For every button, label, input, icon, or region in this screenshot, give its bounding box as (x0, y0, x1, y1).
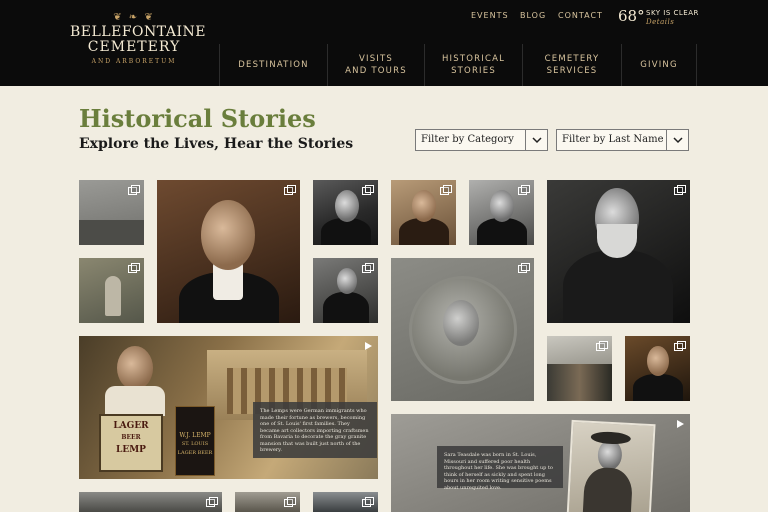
logo-ornament: ❦ ❧ ❦ (113, 12, 155, 23)
portrait-face (337, 268, 357, 294)
filter-last-name-value: Filter by Last Name (562, 134, 664, 145)
teasdale-photo (566, 419, 656, 512)
story-tile-battle-scene[interactable] (547, 336, 612, 401)
nav-historical-stories[interactable]: HISTORICAL STORIES (424, 44, 522, 86)
gallery-icon (596, 341, 608, 351)
portrait-face (335, 190, 359, 222)
gallery-icon (284, 497, 296, 507)
portrait-face (647, 346, 669, 376)
story-tile-portrait-seated-man[interactable] (313, 258, 378, 323)
gallery-icon (362, 263, 374, 273)
story-tile-monument[interactable] (79, 492, 222, 512)
story-tile-bronze-medallion[interactable] (391, 258, 534, 401)
filter-by-last-name-select[interactable]: Filter by Last Name (556, 129, 689, 151)
bottle-line-3: LAGER BEER (177, 450, 213, 456)
portrait-coat (323, 292, 369, 323)
photo-ground (79, 220, 144, 245)
woman-portrait-dress (105, 386, 165, 416)
utility-link-contact[interactable]: CONTACT (558, 11, 603, 20)
nav-visits-and-tours-label: VISITS AND TOURS (345, 54, 407, 76)
logo-line-2: CEMETERY (87, 39, 181, 55)
story-tile-portrait-elder[interactable] (547, 180, 690, 323)
site-logo[interactable]: ❦ ❧ ❦ BELLEFONTAINE CEMETERY AND ARBORET… (70, 12, 206, 65)
lager-sign-line-2: BEER (121, 434, 141, 441)
play-icon (365, 342, 372, 350)
gallery-icon (674, 341, 686, 351)
weather-widget: SKY IS CLEAR Details (646, 9, 699, 27)
utility-link-blog[interactable]: BLOG (520, 11, 546, 20)
story-tile-sara-teasdale[interactable]: Sara Teasdale was born in St. Louis, Mis… (391, 414, 690, 512)
weather-temperature: 68° (618, 7, 645, 25)
story-tile-portrait-young-man[interactable] (313, 180, 378, 245)
woman-portrait-face (117, 346, 153, 390)
weather-condition: SKY IS CLEAR (646, 9, 699, 17)
teasdale-coat (582, 466, 634, 512)
story-tile-lemp-family[interactable]: LAGER BEER LEMP W.J. LEMP ST. LOUIS LAGE… (79, 336, 378, 479)
teasdale-hat (590, 430, 632, 445)
story-tile-portrait-bearded-man[interactable] (391, 180, 456, 245)
story-tile-grave-marker[interactable] (235, 492, 300, 512)
teasdale-story-caption: Sara Teasdale was born in St. Louis, Mis… (437, 446, 563, 491)
nav-destination[interactable]: DESTINATION (219, 44, 327, 86)
story-tile-mausoleum[interactable] (313, 492, 378, 512)
nav-cemetery-services-label: CEMETERY SERVICES (544, 54, 600, 76)
lemp-bottle-label: W.J. LEMP ST. LOUIS LAGER BEER (175, 406, 215, 476)
portrait-coat (563, 250, 673, 323)
nav-historical-stories-label: HISTORICAL STORIES (441, 54, 506, 76)
bottle-line-2: ST. LOUIS (181, 441, 209, 447)
portrait-coat (321, 218, 371, 245)
lager-sign-line-3: LEMP (116, 445, 146, 455)
gallery-icon (128, 263, 140, 273)
gallery-icon (284, 185, 296, 195)
battle-figures (547, 364, 612, 401)
story-tile-river-scene[interactable] (79, 180, 144, 245)
teasdale-face (597, 439, 623, 471)
gallery-icon (674, 185, 686, 195)
nav-cemetery-services[interactable]: CEMETERY SERVICES (522, 44, 621, 86)
logo-line-3: AND ARBORETUM (91, 58, 177, 65)
page-subtitle: Explore the Lives, Hear the Stories (79, 136, 354, 152)
gallery-icon (518, 185, 530, 195)
portrait-face (490, 190, 514, 222)
nav-visits-and-tours[interactable]: VISITS AND TOURS (327, 44, 424, 86)
gallery-icon (440, 185, 452, 195)
portrait-face (412, 190, 436, 222)
filter-category-value: Filter by Category (421, 134, 514, 145)
bottle-line-1: W.J. LEMP (179, 432, 211, 439)
chevron-down-icon (666, 130, 688, 150)
logo-line-1: BELLEFONTAINE (70, 24, 206, 40)
gallery-icon (128, 185, 140, 195)
filter-by-category-select[interactable]: Filter by Category (415, 129, 548, 151)
play-icon (677, 420, 684, 428)
gallery-icon (518, 263, 530, 273)
medallion-profile (443, 300, 479, 346)
lager-sign-line-1: LAGER (113, 421, 149, 431)
chevron-down-icon (525, 130, 547, 150)
statue-figure (105, 276, 121, 316)
page-title: Historical Stories (79, 104, 316, 133)
portrait-coat (633, 374, 683, 401)
utility-link-events[interactable]: EVENTS (471, 11, 509, 20)
gallery-icon (362, 185, 374, 195)
story-tile-portrait-mustached-man[interactable] (469, 180, 534, 245)
story-tile-portrait-gentleman[interactable] (157, 180, 300, 323)
site-header: ❦ ❧ ❦ BELLEFONTAINE CEMETERY AND ARBORET… (0, 0, 768, 86)
story-tile-portrait-statesman[interactable] (625, 336, 690, 401)
lager-beer-sign: LAGER BEER LEMP (99, 414, 163, 472)
story-tile-statue-garden[interactable] (79, 258, 144, 323)
gallery-icon (206, 497, 218, 507)
nav-giving[interactable]: GIVING (621, 44, 697, 86)
lemp-story-caption: The Lemps were German immigrants who mad… (253, 402, 377, 458)
weather-details-link[interactable]: Details (646, 18, 699, 27)
portrait-face (201, 200, 255, 270)
portrait-coat (477, 218, 527, 245)
portrait-coat (399, 218, 449, 245)
gallery-icon (362, 497, 374, 507)
